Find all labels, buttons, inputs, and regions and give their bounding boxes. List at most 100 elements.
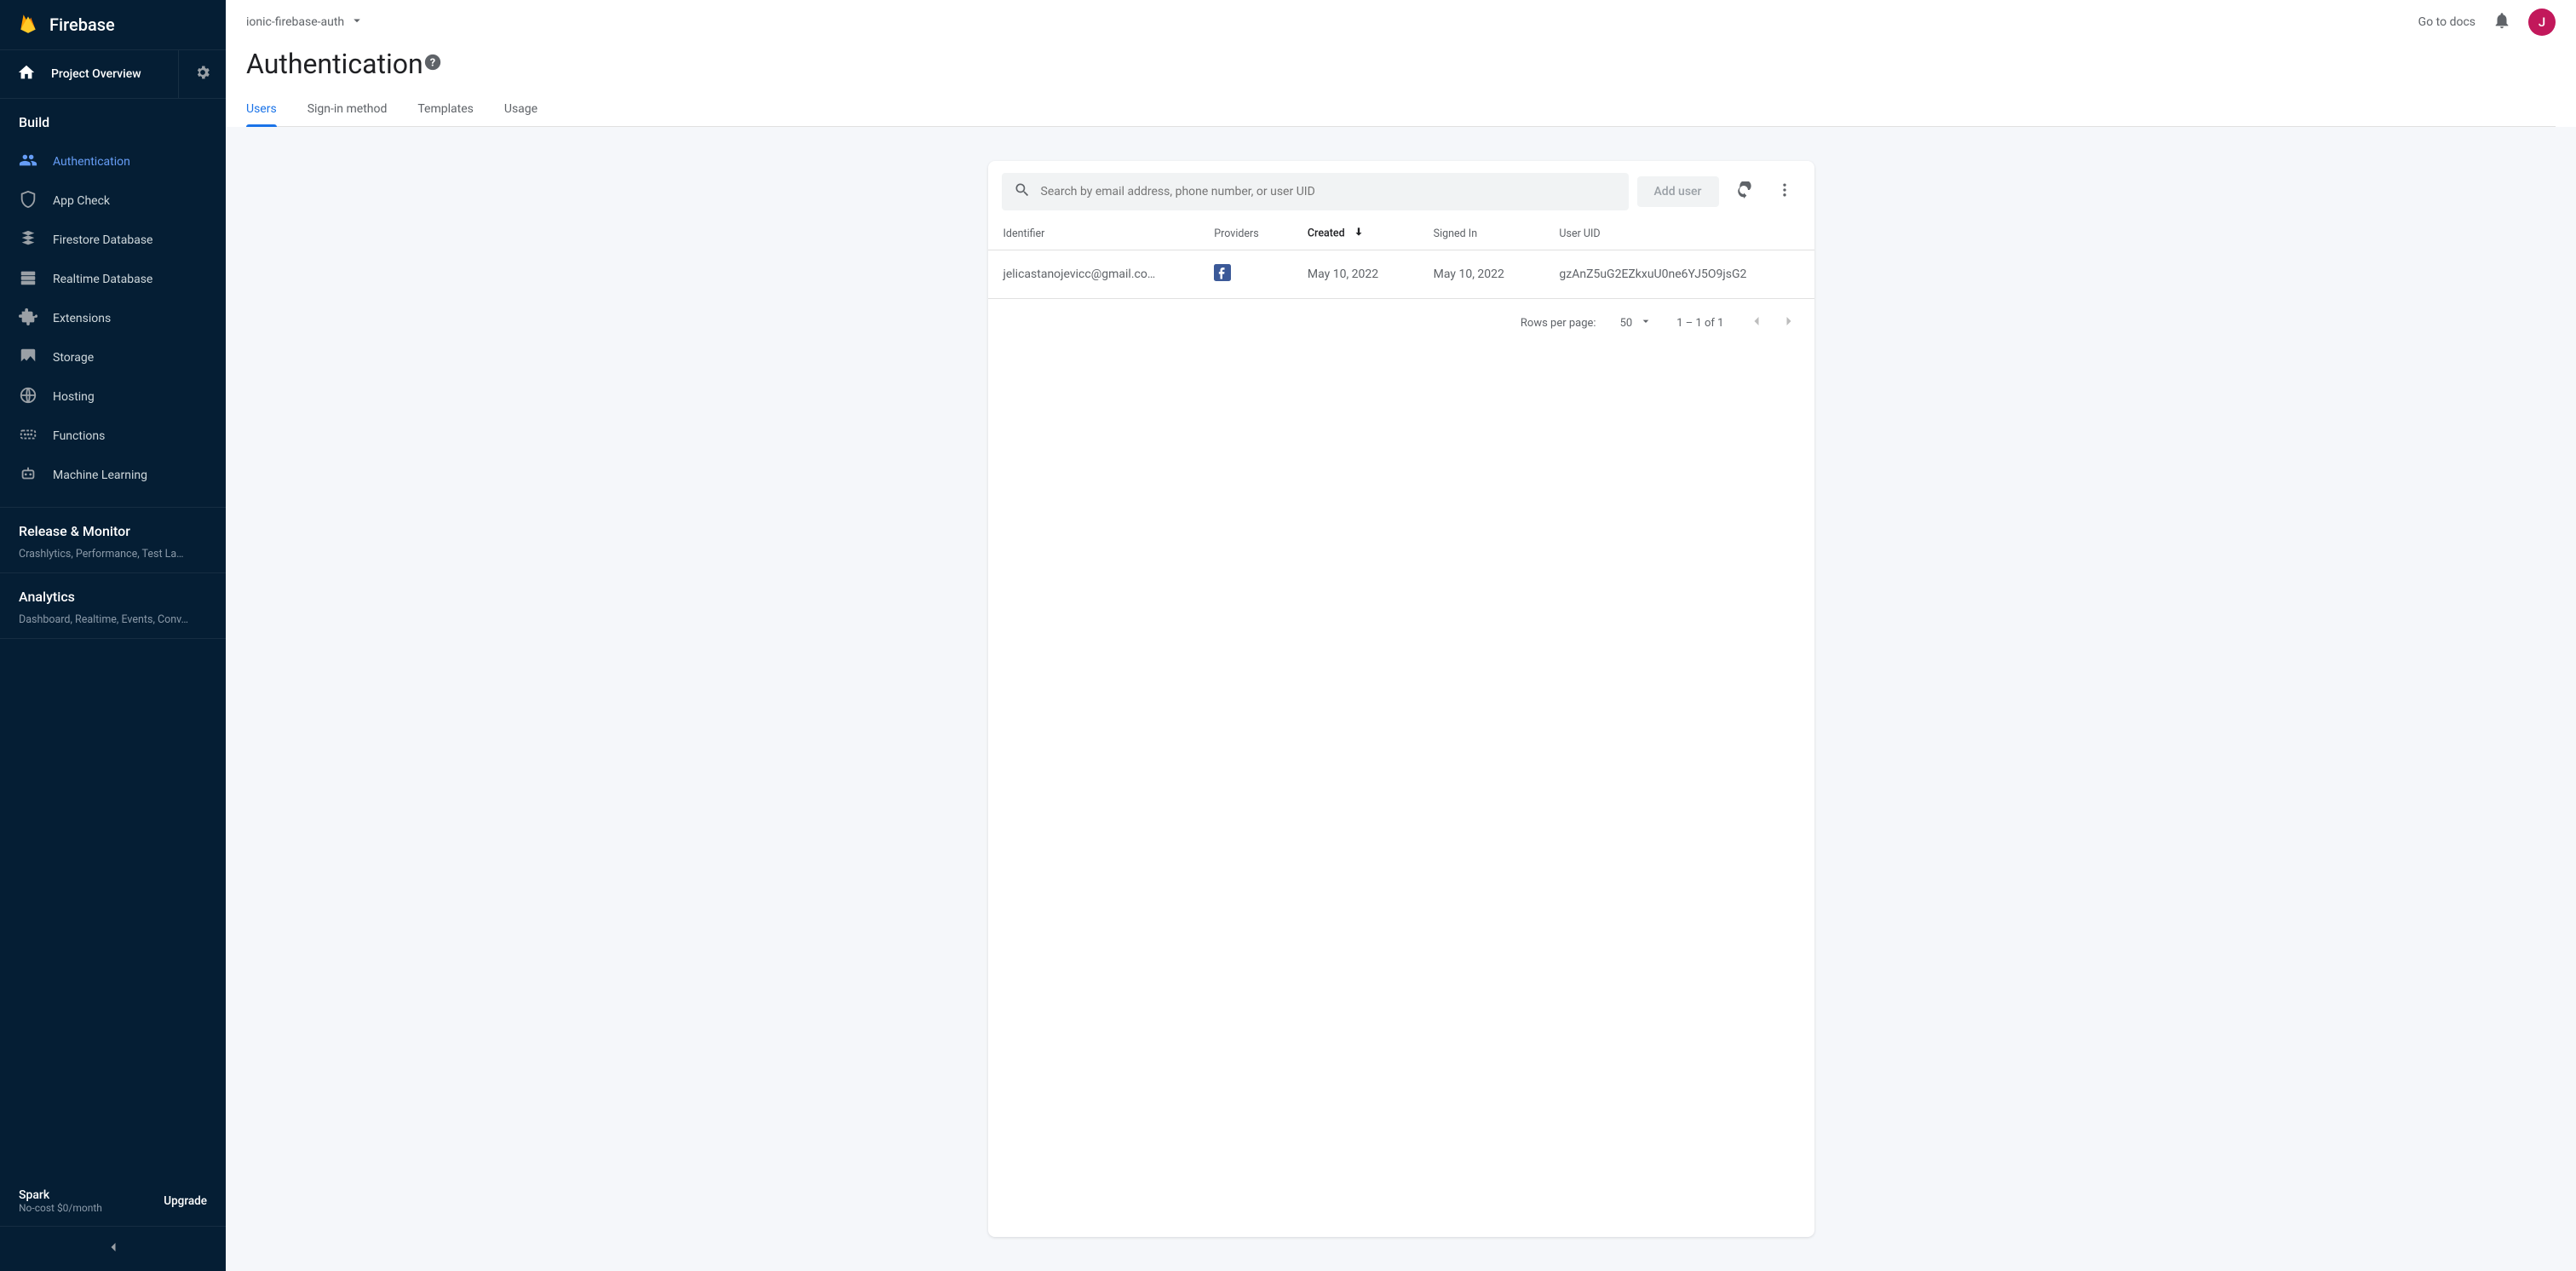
bell-icon bbox=[2493, 11, 2511, 30]
svg-text:?: ? bbox=[429, 57, 434, 70]
content: Add user Identifier Providers Created bbox=[226, 127, 2576, 1271]
refresh-button[interactable] bbox=[1728, 175, 1760, 208]
search-field[interactable] bbox=[1002, 173, 1629, 210]
globe-icon bbox=[19, 386, 37, 408]
plan-desc: No-cost $0/month bbox=[19, 1202, 102, 1214]
nav-build: Authentication App Check Firestore Datab… bbox=[0, 139, 226, 507]
sidebar: Firebase Project Overview Build Authenti… bbox=[0, 0, 226, 1271]
sidebar-item-extensions[interactable]: Extensions bbox=[0, 299, 226, 338]
more-menu-button[interactable] bbox=[1768, 175, 1801, 208]
card-toolbar: Add user bbox=[988, 161, 1814, 217]
sidebar-label: Extensions bbox=[53, 312, 111, 325]
table-row[interactable]: jelicastanojevicc@gmail.co… May 10, 2022… bbox=[988, 250, 1814, 299]
sidebar-label: Firestore Database bbox=[53, 233, 152, 247]
tab-users[interactable]: Users bbox=[246, 94, 277, 126]
col-user-uid[interactable]: User UID bbox=[1544, 217, 1814, 250]
brand[interactable]: Firebase bbox=[0, 0, 226, 49]
robot-icon bbox=[19, 464, 37, 486]
search-icon bbox=[1014, 181, 1031, 202]
sidebar-label: Storage bbox=[53, 351, 94, 365]
col-providers[interactable]: Providers bbox=[1199, 217, 1292, 250]
sidebar-label: Realtime Database bbox=[53, 273, 152, 286]
project-selector[interactable]: ionic-firebase-auth bbox=[246, 13, 365, 32]
home-icon bbox=[17, 63, 36, 85]
puzzle-icon bbox=[19, 308, 37, 330]
cell-providers bbox=[1199, 250, 1292, 299]
section-title-build[interactable]: Build bbox=[0, 99, 226, 139]
sidebar-label: Machine Learning bbox=[53, 469, 147, 482]
table-header-row: Identifier Providers Created Signed In U… bbox=[988, 217, 1814, 250]
refresh-icon bbox=[1735, 181, 1752, 202]
sidebar-item-storage[interactable]: Storage bbox=[0, 338, 226, 377]
section-title-analytics[interactable]: Analytics bbox=[0, 573, 226, 613]
topbar: ionic-firebase-auth Go to docs J bbox=[226, 0, 2576, 36]
gear-icon bbox=[194, 64, 211, 84]
section-title-release[interactable]: Release & Monitor bbox=[0, 508, 226, 548]
sidebar-item-realtime-db[interactable]: Realtime Database bbox=[0, 260, 226, 299]
rows-per-page-value: 50 bbox=[1620, 317, 1633, 330]
next-page-button[interactable] bbox=[1780, 313, 1797, 333]
upgrade-button[interactable]: Upgrade bbox=[164, 1194, 207, 1208]
rows-per-page-select[interactable]: 50 bbox=[1620, 314, 1653, 331]
facebook-icon bbox=[1214, 271, 1231, 285]
project-overview-link[interactable]: Project Overview bbox=[0, 51, 178, 97]
search-input[interactable] bbox=[1041, 185, 1617, 198]
users-table: Identifier Providers Created Signed In U… bbox=[988, 217, 1814, 299]
prev-page-button[interactable] bbox=[1748, 313, 1765, 333]
tab-templates[interactable]: Templates bbox=[417, 94, 474, 126]
project-name: ionic-firebase-auth bbox=[246, 15, 344, 29]
sidebar-item-app-check[interactable]: App Check bbox=[0, 181, 226, 221]
col-created-label: Created bbox=[1308, 227, 1345, 239]
col-created[interactable]: Created bbox=[1292, 217, 1418, 250]
chevron-left-icon bbox=[1748, 313, 1765, 330]
spacer bbox=[0, 639, 226, 1176]
tabs: Users Sign-in method Templates Usage bbox=[246, 94, 2556, 127]
section-sub-release: Crashlytics, Performance, Test La… bbox=[0, 548, 226, 572]
sort-descending-icon bbox=[1353, 226, 1365, 241]
page-title: Authentication bbox=[246, 48, 423, 80]
users-card: Add user Identifier Providers Created bbox=[988, 161, 1814, 1237]
project-overview-label: Project Overview bbox=[51, 67, 141, 81]
pagination: Rows per page: 50 1 – 1 of 1 bbox=[988, 299, 1814, 347]
people-icon bbox=[19, 151, 37, 173]
database-icon bbox=[19, 268, 37, 290]
user-avatar[interactable]: J bbox=[2528, 9, 2556, 36]
more-vert-icon bbox=[1776, 181, 1793, 202]
section-sub-analytics: Dashboard, Realtime, Events, Conv… bbox=[0, 613, 226, 638]
firebase-logo-icon bbox=[17, 12, 39, 37]
firestore-icon bbox=[19, 229, 37, 251]
settings-button[interactable] bbox=[178, 50, 226, 98]
sidebar-item-hosting[interactable]: Hosting bbox=[0, 377, 226, 417]
help-button[interactable]: ? bbox=[423, 53, 442, 75]
sidebar-item-firestore[interactable]: Firestore Database bbox=[0, 221, 226, 260]
dropdown-icon bbox=[1639, 314, 1653, 331]
sidebar-label: Functions bbox=[53, 429, 105, 443]
brand-text: Firebase bbox=[49, 14, 115, 35]
tab-sign-in-method[interactable]: Sign-in method bbox=[308, 94, 388, 126]
sidebar-item-ml[interactable]: Machine Learning bbox=[0, 456, 226, 495]
col-signed-in[interactable]: Signed In bbox=[1418, 217, 1544, 250]
folder-image-icon bbox=[19, 347, 37, 369]
go-to-docs-link[interactable]: Go to docs bbox=[2418, 15, 2475, 29]
functions-icon bbox=[19, 425, 37, 447]
sidebar-label: Hosting bbox=[53, 390, 95, 404]
sidebar-item-authentication[interactable]: Authentication bbox=[0, 142, 226, 181]
collapse-sidebar-button[interactable] bbox=[0, 1226, 226, 1271]
cell-created: May 10, 2022 bbox=[1292, 250, 1418, 299]
rows-per-page-label: Rows per page: bbox=[1521, 317, 1596, 330]
col-identifier[interactable]: Identifier bbox=[988, 217, 1199, 250]
avatar-initial: J bbox=[2539, 14, 2545, 30]
notifications-button[interactable] bbox=[2493, 11, 2511, 33]
help-icon: ? bbox=[423, 53, 442, 72]
pager-nav bbox=[1748, 313, 1797, 333]
chevron-left-icon bbox=[105, 1239, 122, 1259]
dropdown-icon bbox=[349, 13, 365, 32]
sidebar-label: Authentication bbox=[53, 155, 130, 169]
sidebar-label: App Check bbox=[53, 194, 110, 208]
cell-user-uid: gzAnZ5uG2EZkxuU0ne6YJ5O9jsG2 bbox=[1544, 250, 1814, 299]
sidebar-item-functions[interactable]: Functions bbox=[0, 417, 226, 456]
main: ionic-firebase-auth Go to docs J Authent… bbox=[226, 0, 2576, 1271]
add-user-button[interactable]: Add user bbox=[1637, 176, 1719, 207]
chevron-right-icon bbox=[1780, 313, 1797, 330]
tab-usage[interactable]: Usage bbox=[504, 94, 538, 126]
